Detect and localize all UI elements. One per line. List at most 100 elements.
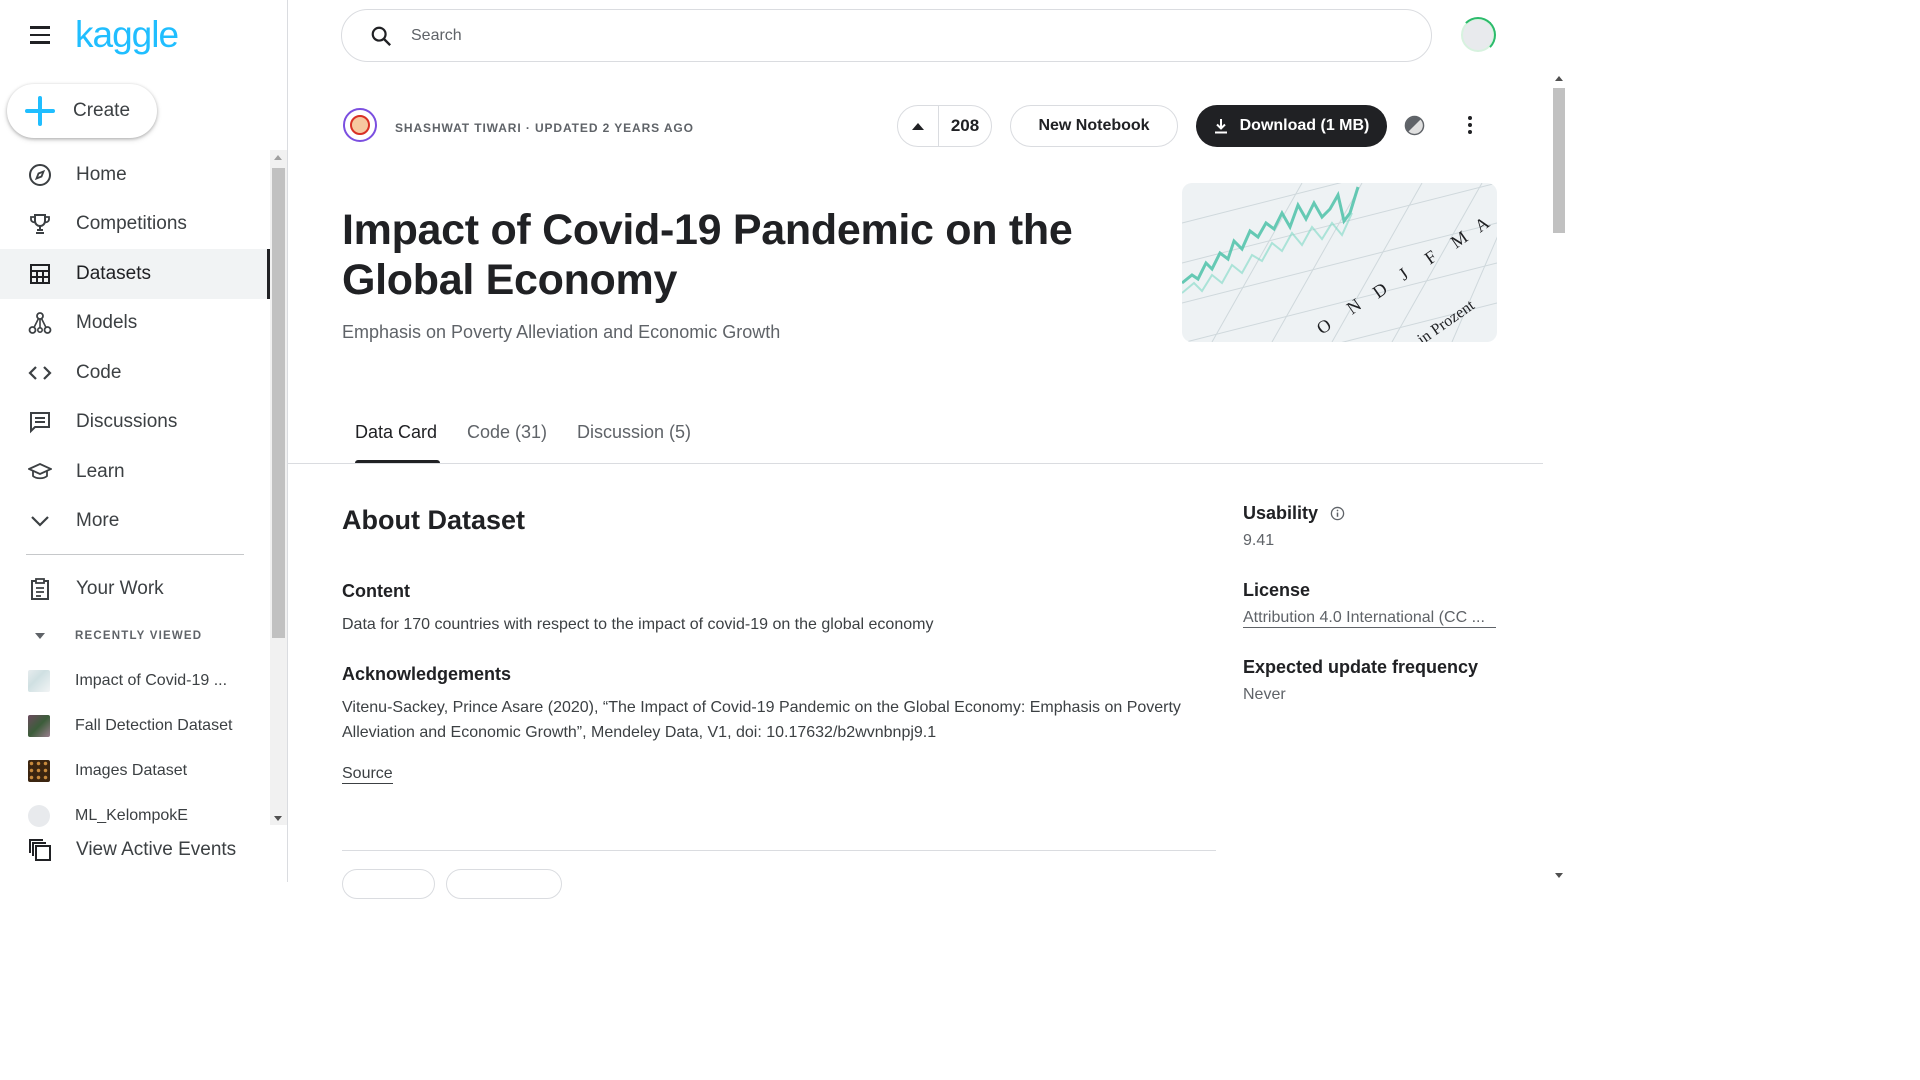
download-button[interactable]: Download (1 MB) xyxy=(1196,105,1387,147)
upvote-arrow-icon xyxy=(912,122,924,130)
tag-chip[interactable] xyxy=(446,869,562,899)
license-value: Attribution 4.0 International (CC ... xyxy=(1243,609,1496,628)
recent-item-impact-covid[interactable]: Impact of Covid-19 ... xyxy=(0,661,270,701)
dataset-thumbnail xyxy=(28,760,50,782)
download-label: Download (1 MB) xyxy=(1239,117,1370,134)
create-button[interactable]: Create xyxy=(7,84,157,138)
sidebar-item-label: More xyxy=(76,510,120,532)
recently-viewed-label: RECENTLY VIEWED xyxy=(75,630,203,642)
author-avatar-image xyxy=(350,115,370,135)
author-update-line[interactable]: SHASHWAT TIWARI · UPDATED 2 YEARS AGO xyxy=(395,121,694,135)
sidebar-scrollbar[interactable] xyxy=(270,150,287,825)
contrast-icon[interactable] xyxy=(1404,115,1425,136)
recent-item-fall-detection[interactable]: Fall Detection Dataset xyxy=(0,706,270,746)
dataset-thumbnail xyxy=(28,670,50,692)
code-icon xyxy=(27,360,53,386)
view-active-events-button[interactable]: View Active Events xyxy=(0,828,270,872)
table-icon xyxy=(27,261,53,287)
sidebar-item-home[interactable]: Home xyxy=(0,150,270,200)
scroll-up-arrow-icon[interactable] xyxy=(1555,76,1563,81)
sidebar-item-label: Your Work xyxy=(76,578,164,599)
graduation-cap-icon xyxy=(27,459,53,485)
recent-item-label: Impact of Covid-19 ... xyxy=(75,672,228,689)
models-icon xyxy=(27,310,53,336)
tabs-divider xyxy=(288,463,1543,464)
sidebar: kaggle Create Home Competitions Datasets xyxy=(0,0,288,882)
kaggle-logo[interactable]: kaggle xyxy=(75,14,179,56)
trophy-icon xyxy=(27,211,53,237)
sidebar-item-label: Discussions xyxy=(76,411,178,433)
compass-icon xyxy=(27,162,53,188)
menu-icon[interactable] xyxy=(28,26,52,46)
sidebar-item-label: Datasets xyxy=(76,262,151,284)
scroll-up-arrow-icon[interactable] xyxy=(274,155,282,160)
content-text: Data for 170 countries with respect to t… xyxy=(342,616,934,633)
update-frequency-value: Never xyxy=(1243,686,1286,703)
new-notebook-button[interactable]: New Notebook xyxy=(1010,105,1178,147)
search-bar[interactable] xyxy=(341,9,1432,62)
update-frequency-label: Expected update frequency xyxy=(1243,657,1479,677)
usability-value: 9.41 xyxy=(1243,532,1275,549)
sidebar-scroll-thumb[interactable] xyxy=(272,168,285,638)
about-heading: About Dataset xyxy=(342,505,526,535)
vote-count: 208 xyxy=(950,116,980,135)
sidebar-item-discussions[interactable]: Discussions xyxy=(0,398,270,448)
content-divider xyxy=(342,850,1216,851)
tab-label: Discussion (5) xyxy=(577,422,692,442)
dataset-title: Impact of Covid-19 Pandemic on the Globa… xyxy=(342,206,1073,304)
recent-item-label: Images Dataset xyxy=(75,762,188,779)
sidebar-item-code[interactable]: Code xyxy=(0,348,270,398)
sidebar-item-your-work[interactable]: Your Work xyxy=(0,566,270,612)
recent-item-images-dataset[interactable]: Images Dataset xyxy=(0,751,270,791)
more-options-icon[interactable] xyxy=(1462,114,1478,138)
new-notebook-label: New Notebook xyxy=(1038,117,1150,134)
main-scrollbar[interactable] xyxy=(1550,72,1568,882)
sidebar-item-more[interactable]: More xyxy=(0,497,270,547)
tab-data-card[interactable]: Data Card xyxy=(355,422,440,464)
chevron-down-icon xyxy=(27,508,53,534)
sidebar-item-competitions[interactable]: Competitions xyxy=(0,200,270,250)
create-label: Create xyxy=(73,100,131,121)
search-icon xyxy=(371,26,392,47)
caret-down-icon xyxy=(35,633,45,639)
main-scroll-thumb[interactable] xyxy=(1553,88,1565,233)
avatar-progress-ring xyxy=(1460,17,1496,53)
sidebar-item-label: Competitions xyxy=(76,213,187,235)
search-input[interactable] xyxy=(409,22,1313,50)
sidebar-item-label: Learn xyxy=(76,460,125,482)
tab-label: Code (31) xyxy=(467,422,548,442)
usability-label: Usability xyxy=(1243,503,1319,523)
dataset-thumbnail xyxy=(28,805,50,827)
upvote-button[interactable] xyxy=(898,106,939,146)
tab-label: Data Card xyxy=(355,422,438,442)
sidebar-item-datasets[interactable]: Datasets xyxy=(0,249,270,299)
sidebar-item-label: Code xyxy=(76,361,122,383)
author-avatar[interactable] xyxy=(343,108,377,142)
sidebar-item-learn[interactable]: Learn xyxy=(0,447,270,497)
sidebar-item-label: Models xyxy=(76,312,138,334)
tag-chip[interactable] xyxy=(342,869,435,899)
recent-item-label: ML_KelompokE xyxy=(75,807,188,824)
info-icon[interactable] xyxy=(1330,506,1345,521)
clipboard-icon xyxy=(27,576,53,602)
license-link[interactable]: Attribution 4.0 International (CC ... xyxy=(1243,609,1496,628)
content-heading: Content xyxy=(342,581,410,601)
download-icon xyxy=(1214,119,1227,134)
scroll-down-arrow-icon[interactable] xyxy=(274,816,282,821)
dataset-cover-image: O N D J F M A in Prozent xyxy=(1182,183,1497,342)
tab-discussion[interactable]: Discussion (5) xyxy=(577,422,691,464)
discussion-icon xyxy=(27,409,53,435)
tab-code[interactable]: Code (31) xyxy=(467,422,547,464)
recently-viewed-header[interactable]: RECENTLY VIEWED xyxy=(0,624,270,648)
sidebar-item-label: Home xyxy=(76,163,127,185)
license-label: License xyxy=(1243,580,1311,600)
source-link[interactable]: Source xyxy=(342,765,393,784)
acknowledgements-text: Vitenu-Sackey, Prince Asare (2020), “The… xyxy=(342,699,1181,741)
stacked-windows-icon xyxy=(27,837,53,863)
sidebar-item-models[interactable]: Models xyxy=(0,299,270,349)
upvote-widget: 208 xyxy=(897,105,992,147)
scroll-down-arrow-icon[interactable] xyxy=(1555,873,1563,878)
sidebar-nav: Home Competitions Datasets Models Code D… xyxy=(0,150,270,546)
plus-icon xyxy=(25,96,55,126)
user-avatar[interactable] xyxy=(1460,17,1496,53)
